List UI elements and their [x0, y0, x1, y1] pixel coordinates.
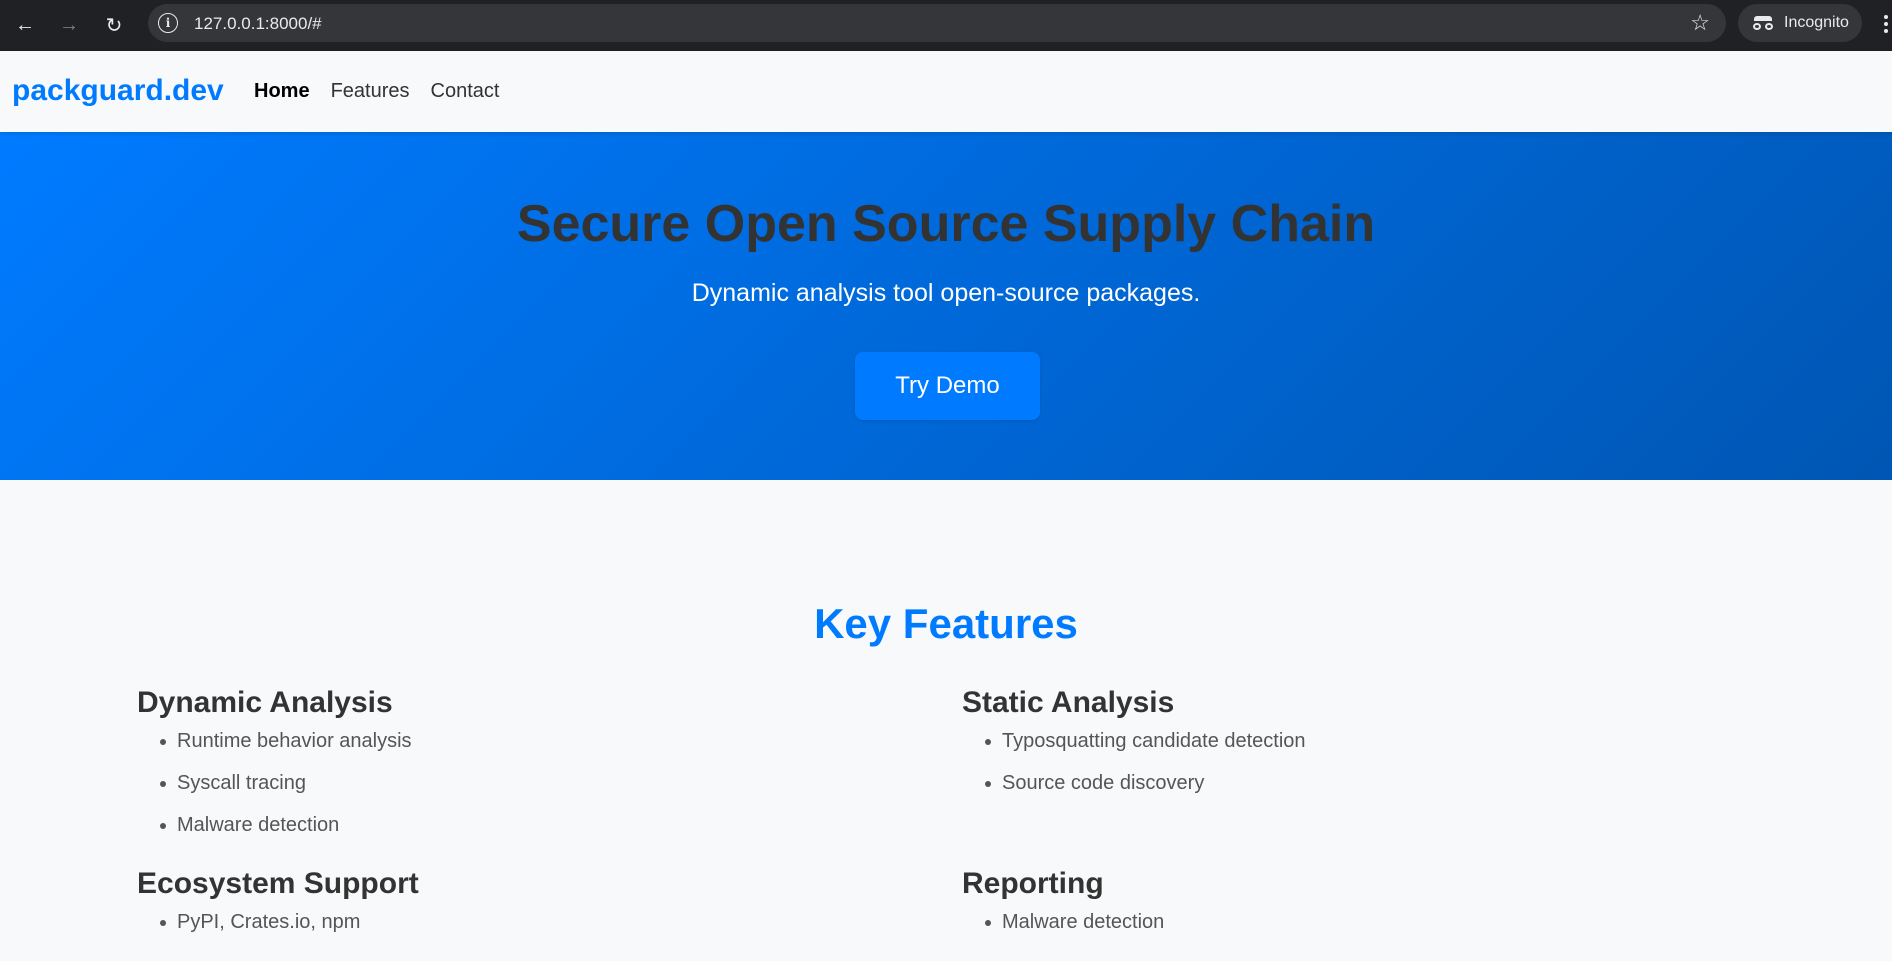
nav-links: Home Features Contact [254, 80, 499, 103]
incognito-label: Incognito [1784, 14, 1849, 31]
nav-link-features[interactable]: Features [331, 80, 410, 103]
nav-link-contact[interactable]: Contact [431, 80, 500, 103]
feature-item: Malware detection [137, 813, 412, 855]
feature-title: Reporting [962, 867, 1104, 900]
feature-item: Malware detection [962, 910, 1164, 952]
address-bar[interactable]: i 127.0.0.1:8000/# ☆ [148, 4, 1726, 42]
site-navbar: packguard.dev Home Features Contact [0, 51, 1892, 132]
feature-static-analysis: Static Analysis Typosquatting candidate … [962, 686, 1306, 813]
site-logo[interactable]: packguard.dev [12, 74, 224, 108]
hero-title: Secure Open Source Supply Chain [516, 195, 1376, 253]
feature-item: PyPI, Crates.io, npm [137, 910, 419, 952]
back-arrow-icon[interactable]: ← [10, 10, 40, 40]
bookmark-star-icon[interactable]: ☆ [1690, 10, 1710, 36]
forward-arrow-icon[interactable]: → [54, 10, 84, 40]
feature-title: Static Analysis [962, 686, 1175, 719]
feature-ecosystem-support: Ecosystem Support PyPI, Crates.io, npm [137, 867, 419, 952]
feature-reporting: Reporting Malware detection [962, 867, 1164, 952]
feature-item: Typosquatting candidate detection [962, 729, 1306, 771]
incognito-icon [1752, 16, 1774, 30]
hero-subtitle: Dynamic analysis tool open-source packag… [691, 279, 1201, 307]
nav-link-home[interactable]: Home [254, 80, 310, 103]
feature-dynamic-analysis: Dynamic Analysis Runtime behavior analys… [137, 686, 412, 855]
browser-menu-icon[interactable] [1884, 15, 1888, 36]
reload-icon[interactable]: ↻ [99, 10, 129, 40]
hero-section: Secure Open Source Supply Chain Dynamic … [0, 132, 1892, 480]
site-info-icon[interactable]: i [158, 13, 178, 33]
incognito-badge[interactable]: Incognito [1738, 4, 1862, 42]
address-url[interactable]: 127.0.0.1:8000/# [194, 14, 322, 34]
feature-title: Dynamic Analysis [137, 686, 393, 719]
browser-toolbar: ← → ↻ i 127.0.0.1:8000/# ☆ Incognito [0, 0, 1892, 51]
feature-title: Ecosystem Support [137, 867, 419, 900]
feature-item: Source code discovery [962, 771, 1306, 813]
features-title: Key Features [814, 600, 1078, 647]
try-demo-button[interactable]: Try Demo [855, 352, 1040, 420]
feature-item: Runtime behavior analysis [137, 729, 412, 771]
feature-item: Syscall tracing [137, 771, 412, 813]
